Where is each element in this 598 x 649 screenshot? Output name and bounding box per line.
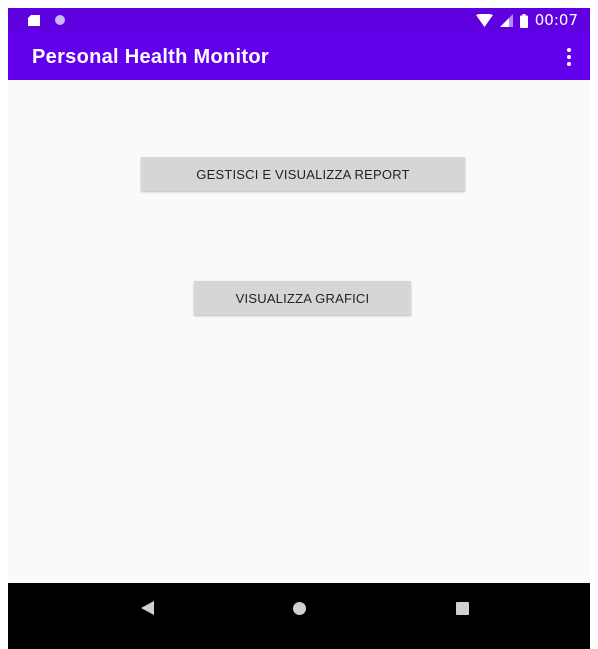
navigation-bar — [8, 583, 590, 649]
back-icon[interactable] — [141, 601, 154, 615]
home-icon[interactable] — [293, 602, 306, 615]
sd-card-icon — [28, 14, 40, 26]
manage-report-button[interactable]: GESTISCI E VISUALIZZA REPORT — [141, 157, 465, 191]
status-bar-right: 00:07 — [475, 11, 578, 29]
phone-screen: 00:07 Personal Health Monitor GESTISCI E… — [8, 8, 590, 649]
app-bar: Personal Health Monitor — [8, 33, 590, 80]
view-charts-button[interactable]: VISUALIZZA GRAFICI — [194, 281, 411, 315]
overflow-dot — [567, 48, 571, 52]
battery-icon — [519, 13, 528, 28]
wifi-icon — [475, 14, 493, 27]
recents-icon[interactable] — [456, 602, 469, 615]
status-bar-left — [28, 14, 66, 26]
overflow-dot — [567, 55, 571, 59]
status-bar: 00:07 — [8, 8, 590, 33]
status-time: 00:07 — [534, 11, 578, 29]
app-title: Personal Health Monitor — [32, 46, 269, 68]
overflow-dot — [567, 62, 571, 66]
notification-dot-icon — [55, 15, 65, 25]
signal-icon — [499, 14, 513, 27]
more-vert-icon[interactable] — [564, 48, 574, 66]
